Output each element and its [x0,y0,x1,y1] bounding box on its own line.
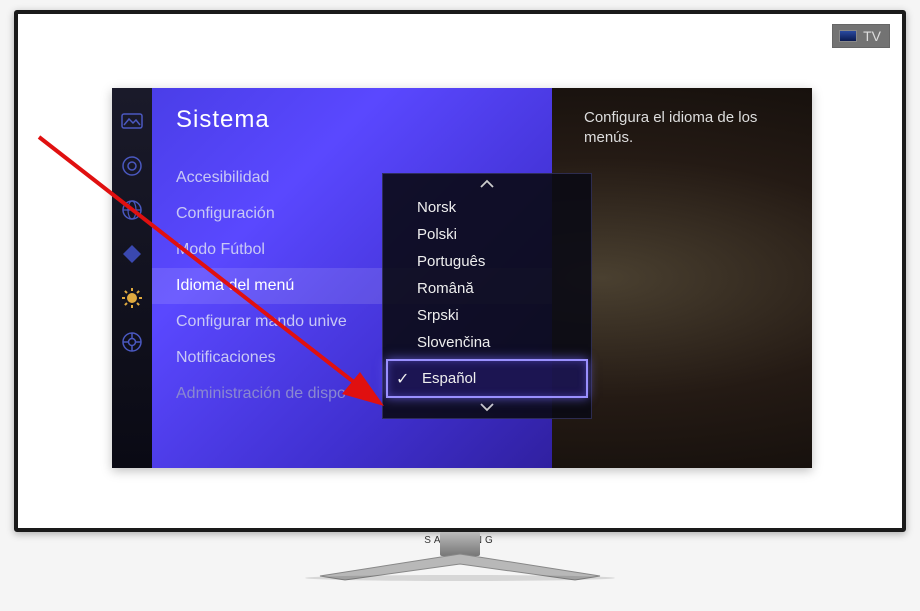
lang-option-polski[interactable]: Polski [383,221,591,248]
language-dropdown: Norsk Polski Português Română Srpski Slo… [382,173,592,419]
settings-menu-overlay: Sistema Accesibilidad Configuración Modo… [112,88,812,468]
tv-stand-base [300,552,620,580]
tv-screen: Sistema Accesibilidad Configuración Modo… [30,26,890,516]
lang-option-portugues[interactable]: Português [383,248,591,275]
lang-option-espanol[interactable]: ✓ Español [386,359,588,398]
support-icon[interactable] [120,330,144,354]
sidebar-icon-strip [112,88,152,468]
smarthub-icon[interactable] [120,242,144,266]
check-icon: ✓ [396,369,409,389]
system-icon[interactable] [120,286,144,310]
lang-option-slovencina[interactable]: Slovenčina [383,329,591,356]
lang-option-norsk[interactable]: Norsk [383,194,591,221]
scroll-down-icon[interactable] [383,398,591,418]
sound-icon[interactable] [120,154,144,178]
lang-option-romana[interactable]: Română [383,275,591,302]
network-icon[interactable] [120,198,144,222]
lang-option-label: Español [422,370,476,387]
tv-frame: TV [14,10,906,532]
scroll-up-icon[interactable] [383,174,591,194]
lang-option-srpski[interactable]: Srpski [383,302,591,329]
panel-title: Sistema [176,106,552,134]
option-description: Configura el idioma de los menús. [584,108,794,149]
picture-icon[interactable] [120,110,144,134]
